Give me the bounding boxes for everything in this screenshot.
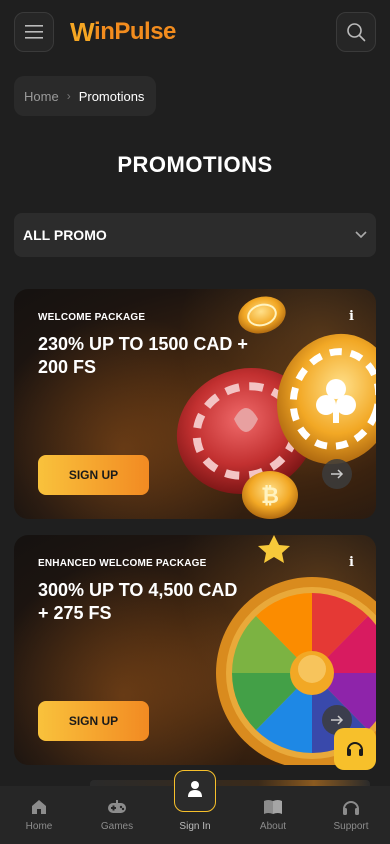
promo-title: 300% UP TO 4,500 CAD + 275 FS [38,580,238,623]
gamepad-icon [108,800,126,813]
promo-filter-value: ALL PROMO [23,227,107,243]
nav-sign-in-label: Sign In [179,821,211,832]
nav-home[interactable]: Home [0,786,78,844]
logo-letter: W [70,16,95,47]
page-title: PROMOTIONS [117,152,273,177]
nav-sign-in[interactable]: Sign In [156,770,234,844]
brand-logo[interactable]: WinPulse [70,17,176,48]
chevron-down-icon [355,231,367,239]
breadcrumb-current: Promotions [78,88,145,104]
nav-games[interactable]: Games [78,786,156,844]
breadcrumb-home-link[interactable]: Home [24,89,59,104]
user-icon [188,780,202,797]
nav-support[interactable]: Support [312,786,390,844]
logo-text: inPulse [94,18,176,45]
search-button[interactable] [336,12,376,52]
menu-button[interactable] [14,12,54,52]
svg-text:₿: ₿ [261,483,279,508]
support-chat-button[interactable] [334,728,376,770]
promo-card-welcome[interactable]: ₿ WELCOME PACKAGE 230% UP TO 1500 CAD + … [14,289,376,519]
book-icon [264,800,282,814]
promo-card-enhanced-welcome[interactable]: ENHANCED WELCOME PACKAGE 300% UP TO 4,50… [14,535,376,765]
sign-up-button[interactable]: SIGN UP [38,701,149,741]
headphones-icon [343,801,359,815]
nav-about-label: About [259,821,287,832]
chevron-right-icon: › [66,89,71,103]
top-header: WinPulse [0,0,390,64]
promo-filter-select[interactable]: ALL PROMO [14,213,376,257]
promo-label: ENHANCED WELCOME PACKAGE [38,558,207,569]
nav-games-label: Games [100,821,134,832]
headset-icon [347,742,363,756]
promotions-page: WinPulse Home › Promotions PROMOTIONS AL… [0,0,390,844]
arrow-right-icon [331,715,344,725]
promo-label: WELCOME PACKAGE [38,312,146,323]
sign-up-button[interactable]: SIGN UP [38,455,149,495]
nav-home-label: Home [25,821,53,832]
search-icon [347,23,366,42]
nav-support-label: Support [333,821,369,832]
arrow-right-button[interactable] [322,459,352,489]
hamburger-menu-icon [25,25,43,39]
bottom-navigation: Home Games Sign In About Support [0,770,390,844]
nav-about[interactable]: About [234,786,312,844]
info-icon[interactable]: i [349,555,354,570]
promo-title: 230% UP TO 1500 CAD + 200 FS [38,334,248,377]
breadcrumb: Home › Promotions [14,76,156,116]
sign-in-button[interactable] [174,770,216,812]
arrow-right-icon [331,469,344,479]
info-icon[interactable]: i [349,309,354,324]
home-icon [32,800,46,814]
